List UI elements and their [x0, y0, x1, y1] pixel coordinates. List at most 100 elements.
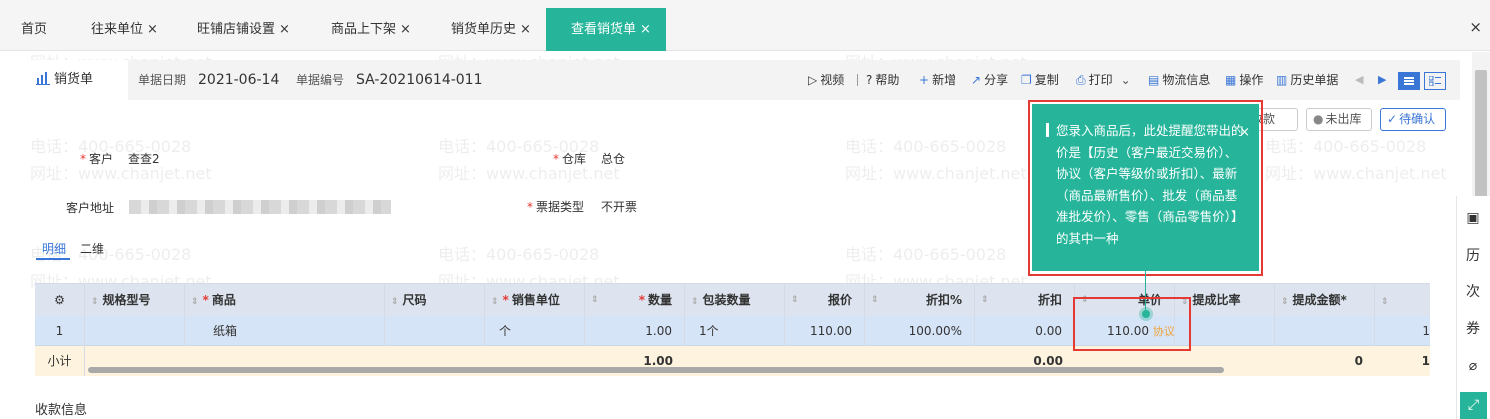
history-icon[interactable]: 历 [1464, 247, 1482, 265]
prev-arrow-icon[interactable]: ◀ [1355, 60, 1363, 100]
document-toolbar: 销货单 单据日期 2021-06-14 单据编号 SA-20210614-011… [0, 60, 1460, 100]
logistics-label: 物流信息 [1162, 73, 1211, 87]
close-icon[interactable]: × [279, 22, 290, 37]
help-label: 帮助 [875, 73, 900, 87]
tab-detail[interactable]: 明细 [42, 240, 66, 257]
col-label: 数量 [647, 293, 672, 307]
customer-label: * 客户 [80, 150, 113, 167]
card-view-toggle[interactable] [1424, 72, 1446, 90]
watermark-site: 网址：www.chanjet.net [1265, 164, 1447, 183]
close-icon[interactable]: × [147, 22, 158, 37]
tab-home[interactable]: 首页 [21, 8, 47, 51]
close-icon[interactable]: × [520, 22, 531, 37]
col-spec[interactable]: ⇕ 规格型号 [85, 284, 185, 317]
col-label: 提成比率 [1192, 293, 1241, 307]
col-commission-amount[interactable]: ⇕ 提成金额* [1275, 284, 1375, 317]
horizontal-scrollbar[interactable] [88, 367, 1224, 373]
close-icon[interactable]: × [640, 22, 651, 37]
stamp-icon[interactable]: 次 [1464, 283, 1482, 301]
cell-more[interactable]: 1 [1375, 316, 1430, 346]
invoice-type-field[interactable]: 不开票 [601, 198, 637, 215]
invoice-type-label: * 票据类型 [527, 198, 584, 215]
cell-size[interactable] [385, 316, 485, 346]
tab-label: 商品上下架 [331, 22, 397, 37]
customer-label-text: 客户 [89, 152, 114, 166]
cell-commission-amount[interactable] [1275, 316, 1375, 346]
doc-title: 销货单 [54, 72, 94, 87]
table-row[interactable]: 1 纸箱 个 1.00 1个 110.00 100.00% 0.00 110.0… [35, 316, 1430, 346]
grid-settings-icon[interactable]: ⚙ [35, 284, 85, 317]
close-icon[interactable]: × [400, 22, 411, 37]
copy-label: 复制 [1034, 73, 1059, 87]
col-quote[interactable]: ⇕ 报价 [785, 284, 865, 317]
logistics-button[interactable]: ▤ 物流信息 [1148, 60, 1210, 100]
printer-icon: ⎙ [1076, 73, 1086, 87]
status-badge-confirm: ✓ 待确认 [1380, 108, 1446, 131]
cell-spec[interactable] [85, 316, 185, 346]
col-size[interactable]: ⇕ 尺码 [385, 284, 485, 317]
outstock-status: 未出库 [1325, 112, 1362, 126]
cell-qty[interactable]: 1.00 [585, 316, 685, 346]
warehouse-field[interactable]: 总仓 [601, 150, 625, 167]
chevron-down-icon[interactable]: ⌄ [1121, 73, 1131, 87]
tab-product-listing[interactable]: 商品上下架 × [331, 8, 411, 51]
cell-unit[interactable]: 个 [485, 316, 585, 346]
copy-button[interactable]: ❐ 复制 [1021, 60, 1059, 100]
col-label: 规格型号 [102, 293, 151, 307]
tab-label: 查看销货单 [571, 22, 637, 37]
history-docs-button[interactable]: ▥ 历史单据 [1276, 60, 1338, 100]
add-button[interactable]: + 新增 [919, 60, 956, 100]
tab-sales-history[interactable]: 销货单历史 × [451, 8, 531, 51]
tab-partners[interactable]: 往来单位 × [91, 8, 158, 51]
doc-no-value: SA-20210614-011 [356, 72, 483, 88]
summary-more: 1 [1421, 354, 1430, 368]
add-label: 新增 [932, 73, 957, 87]
col-qty[interactable]: ⇕ * 数量 [585, 284, 685, 317]
tab-shop-settings[interactable]: 旺铺店铺设置 × [197, 8, 290, 51]
required-mark: * [202, 293, 209, 307]
cell-discount-pct[interactable]: 100.00% [865, 316, 975, 346]
doc-title-tab[interactable]: 销货单 [20, 60, 128, 100]
tab-view-sales-order[interactable]: 查看销货单 × [546, 8, 666, 51]
watermark-site: 网址：www.chanjet.net [30, 164, 212, 183]
col-pack-qty[interactable]: ⇕ 包装数量 [685, 284, 785, 317]
vertical-scrollbar-thumb[interactable] [1475, 70, 1487, 198]
expand-icon[interactable]: ⤢ [1460, 392, 1487, 419]
close-all-icon[interactable]: × [1469, 18, 1482, 36]
list-icon [1404, 77, 1414, 85]
col-label: 商品 [211, 293, 236, 307]
customer-field[interactable]: 查查2 [128, 150, 160, 167]
video-button[interactable]: ▷ 视频 [808, 60, 844, 100]
col-more[interactable]: ⇕ [1375, 284, 1430, 317]
summary-commission: 0 [1354, 354, 1363, 368]
cell-pack-qty[interactable]: 1个 [685, 316, 785, 346]
list-view-toggle[interactable] [1398, 72, 1420, 90]
sort-icon: ⇕ [391, 297, 399, 307]
coupon-icon[interactable]: 券 [1464, 320, 1482, 338]
watermark-site: 网址：www.chanjet.net [845, 164, 1027, 183]
address-field-redacted[interactable] [129, 200, 391, 214]
col-unit[interactable]: ⇕ * 销售单位 [485, 284, 585, 317]
col-discount[interactable]: ⇕ 折扣 [975, 284, 1075, 317]
tab-two-dimension[interactable]: 二维 [80, 240, 104, 257]
share-button[interactable]: ↗ 分享 [971, 60, 1008, 100]
attachment-icon[interactable]: ⌀ [1464, 357, 1482, 375]
next-arrow-icon[interactable]: ▶ [1378, 60, 1386, 100]
help-button[interactable]: ? 帮助 [866, 60, 899, 100]
print-button[interactable]: ⎙ 打印 ⌄ [1076, 60, 1131, 100]
col-discount-pct[interactable]: ⇕ 折扣% [865, 284, 975, 317]
document-icon: ▥ [1276, 73, 1288, 87]
cell-product[interactable]: 纸箱 [185, 316, 385, 346]
ops-button[interactable]: ▦ 操作 [1225, 60, 1263, 100]
col-product[interactable]: ⇕ * 商品 [185, 284, 385, 317]
cell-quote[interactable]: 110.00 [785, 316, 865, 346]
row-index: 1 [35, 316, 85, 346]
sort-icon: ⇕ [791, 295, 799, 305]
memo-icon[interactable]: ▣ [1464, 209, 1482, 227]
required-mark: * [502, 293, 509, 307]
active-tab-indicator [36, 258, 70, 260]
chart-icon [36, 72, 50, 85]
watermark-site: 网址：www.chanjet.net [438, 164, 620, 183]
cell-discount[interactable]: 0.00 [975, 316, 1075, 346]
print-label: 打印 [1088, 73, 1113, 87]
